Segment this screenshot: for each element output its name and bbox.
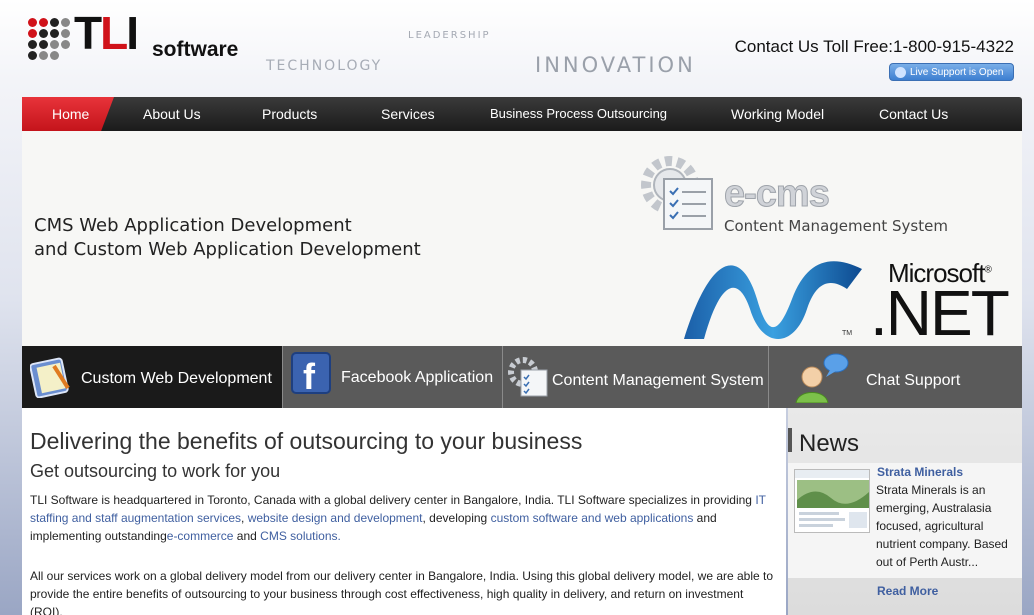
logo-dots-icon [28, 18, 70, 60]
nav-item-products[interactable]: Products [262, 97, 317, 131]
ecms-subtitle: Content Management System [724, 217, 948, 235]
feature-label-custom-web: Custom Web Development [81, 370, 272, 387]
toll-free-number: Contact Us Toll Free:1-800-915-4322 [734, 37, 1014, 56]
logo-letter: T [74, 7, 102, 59]
chat-user-icon [795, 353, 849, 403]
trademark-mark: TM [842, 330, 853, 337]
intro-text: TLI Software is headquartered in Toronto… [30, 493, 756, 507]
news-accent-bar [788, 428, 792, 452]
feature-tab-facebook[interactable]: f Facebook Application [283, 346, 502, 408]
logo-suffix: software [152, 38, 239, 61]
facebook-icon: f [291, 352, 331, 397]
feature-label-chat: Chat Support [866, 372, 961, 389]
site-header: TLI software LEADERSHIP TECHNOLOGY INNOV… [0, 0, 1034, 96]
intro-text: , developing [422, 511, 491, 525]
link-cms-solutions[interactable]: CMS solutions. [260, 529, 341, 543]
main-nav: Home About Us Products Services Business… [22, 97, 1022, 131]
banner-headline-line2: and Custom Web Application Development [34, 239, 421, 260]
banner-headline-line1: CMS Web Application Development [34, 215, 352, 236]
logo-letter: L [100, 7, 128, 59]
nav-item-bpo[interactable]: Business Process Outsourcing [490, 97, 667, 131]
logo-wordmark: TLI [74, 7, 139, 59]
cms-gear-icon [508, 357, 548, 397]
tagline-technology: TECHNOLOGY [266, 58, 383, 74]
tagline-leadership: LEADERSHIP [408, 30, 491, 41]
intro-text: , [241, 511, 248, 525]
banner-headline: CMS Web Application Development and Cust… [34, 214, 421, 262]
dotnet-brand: .NET [870, 277, 1010, 349]
tli-logo[interactable]: TLI software [28, 10, 248, 62]
news-thumbnail[interactable] [794, 469, 870, 533]
news-thumbnail-image [795, 470, 869, 528]
feature-tab-custom-web[interactable]: Custom Web Development [22, 346, 282, 408]
live-support-label: Live Support is Open [910, 67, 1004, 78]
page-subtitle: Get outsourcing to work for you [30, 461, 281, 481]
svg-text:f: f [303, 356, 316, 397]
feature-tab-chat[interactable]: Chat Support [769, 346, 1022, 408]
feature-label-facebook: Facebook Application [341, 369, 494, 386]
dotnet-wave-logo [684, 261, 862, 339]
registered-mark: ® [984, 264, 991, 276]
feature-label-cms: Content Management System [552, 372, 764, 389]
news-item-title[interactable]: Strata Minerals [877, 465, 963, 479]
page-title: Delivering the benefits of outsourcing t… [30, 428, 583, 454]
tagline-innovation: INNOVATION [535, 53, 696, 77]
news-item-text: Strata Minerals is an emerging, Australa… [876, 483, 1008, 569]
hero-banner[interactable]: CMS Web Application Development and Cust… [22, 131, 1022, 346]
notepad-icon [30, 357, 70, 398]
link-custom-software[interactable]: custom software and web applications [491, 511, 694, 525]
link-website-design[interactable]: website design and development [248, 511, 423, 525]
intro-text: and [233, 529, 261, 543]
news-panel: News Strata Minerals Strata Minerals is … [788, 408, 1022, 615]
read-more-link[interactable]: Read More [877, 584, 938, 598]
intro-paragraph: TLI Software is headquartered in Toronto… [30, 491, 775, 545]
live-support-icon [895, 67, 906, 78]
nav-item-about-us[interactable]: About Us [143, 97, 201, 131]
main-content: Delivering the benefits of outsourcing t… [22, 408, 786, 615]
nav-item-contact-us[interactable]: Contact Us [879, 97, 948, 131]
nav-item-working-model[interactable]: Working Model [731, 97, 824, 131]
feature-tabs: Custom Web Development f Facebook Applic… [22, 346, 1022, 408]
nav-item-services[interactable]: Services [381, 97, 435, 131]
logo-letter: I [126, 7, 139, 59]
ecms-gear-document-icon [641, 156, 713, 230]
feature-tab-cms[interactable]: Content Management System [503, 346, 768, 408]
delivery-paragraph: All our services work on a global delive… [30, 569, 774, 615]
ecms-title: e-cms [724, 173, 831, 215]
live-support-button[interactable]: Live Support is Open [889, 63, 1014, 81]
news-item[interactable]: Strata Minerals Strata Minerals is an em… [788, 463, 1022, 578]
nav-item-home[interactable]: Home [52, 97, 89, 131]
link-ecommerce[interactable]: e-commerce [167, 529, 234, 543]
news-heading: News [799, 430, 860, 457]
